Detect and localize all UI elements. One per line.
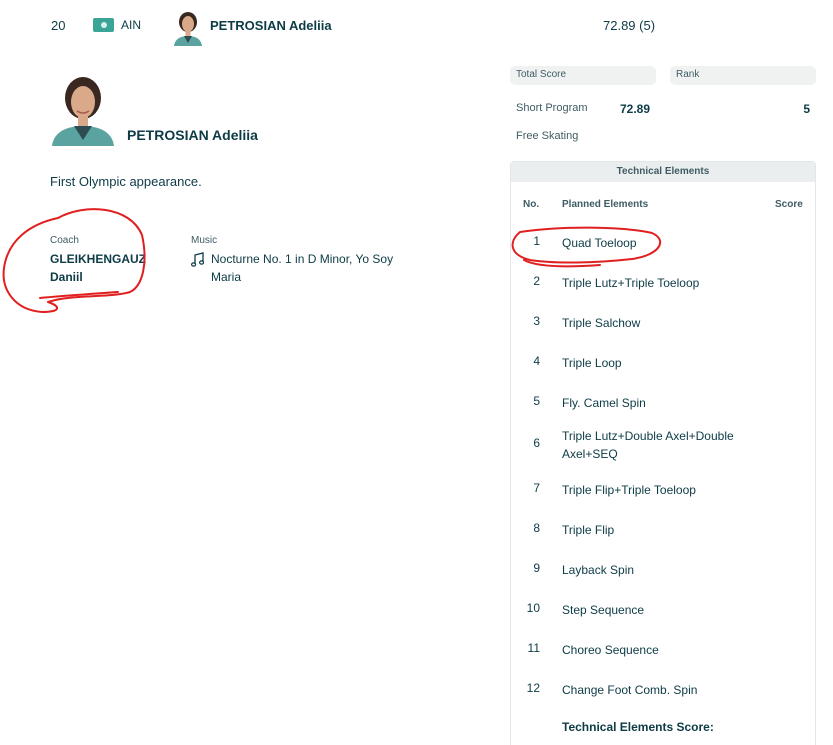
row-element: Change Foot Comb. Spin bbox=[562, 683, 698, 697]
row-number: 6 bbox=[533, 436, 540, 450]
athlete-avatar-small bbox=[172, 10, 204, 46]
row-element: Triple Lutz+Double Axel+Double Axel+SEQ bbox=[562, 429, 734, 461]
short-program-rank: 5 bbox=[803, 102, 810, 116]
athlete-photo bbox=[50, 74, 116, 146]
column-header-no: No. bbox=[523, 199, 540, 210]
coach-name-line2: Daniil bbox=[50, 270, 83, 284]
row-element: Triple Salchow bbox=[562, 316, 641, 330]
coach-label: Coach bbox=[50, 235, 79, 246]
row-number: 4 bbox=[533, 354, 540, 368]
row-element: Triple Flip bbox=[562, 523, 615, 537]
row-number: 12 bbox=[526, 681, 540, 695]
row-number: 7 bbox=[533, 481, 540, 495]
rank-header: Rank bbox=[670, 66, 816, 85]
free-skating-label: Free Skating bbox=[516, 130, 579, 142]
short-program-score: 72.89 bbox=[620, 102, 651, 116]
athlete-summary-row[interactable]: 20 AIN PETROSIAN Adeliia 72.89 (5) bbox=[0, 0, 833, 52]
noc-code: AIN bbox=[121, 18, 142, 32]
row-number: 1 bbox=[533, 234, 540, 248]
row-number: 11 bbox=[527, 641, 540, 655]
technical-elements-title: Technical Elements bbox=[511, 162, 815, 182]
athlete-note: First Olympic appearance. bbox=[50, 174, 202, 189]
row-number: 8 bbox=[533, 521, 540, 535]
row-element: Step Sequence bbox=[562, 603, 645, 617]
flag-icon bbox=[93, 18, 114, 32]
column-header-planned: Planned Elements bbox=[562, 199, 649, 210]
music-note-icon bbox=[191, 252, 204, 267]
technical-elements-table: Technical Elements No. Planned Elements … bbox=[510, 161, 816, 745]
athlete-name-link[interactable]: PETROSIAN Adeliia bbox=[210, 18, 332, 33]
rank-number: 20 bbox=[51, 18, 66, 33]
total-score-header: Total Score bbox=[510, 66, 656, 85]
row-number: 2 bbox=[533, 274, 540, 288]
music-label: Music bbox=[191, 235, 218, 246]
row-number: 5 bbox=[533, 394, 540, 408]
coach-name-line1: GLEIKHENGAUZ bbox=[50, 252, 146, 266]
technical-elements-score-label: Technical Elements Score: bbox=[562, 720, 714, 734]
short-program-label: Short Program bbox=[516, 102, 588, 114]
music-title: Nocturne No. 1 in D Minor, Yo Soy Maria bbox=[211, 252, 394, 284]
music-section: Music Nocturne No. 1 in D Minor, Yo Soy … bbox=[191, 235, 421, 286]
row-element: Layback Spin bbox=[562, 563, 635, 577]
row-element: Triple Flip+Triple Toeloop bbox=[562, 483, 696, 497]
row-element: Triple Loop bbox=[562, 356, 622, 370]
row-number: 9 bbox=[533, 561, 540, 575]
athlete-name: PETROSIAN Adeliia bbox=[127, 127, 258, 143]
row-number: 3 bbox=[533, 314, 540, 328]
column-header-score: Score bbox=[775, 199, 803, 210]
row-element: Triple Lutz+Triple Toeloop bbox=[562, 276, 700, 290]
row-number: 10 bbox=[526, 601, 540, 615]
coach-section: Coach GLEIKHENGAUZ Daniil bbox=[50, 235, 160, 286]
total-score-summary: 72.89 (5) bbox=[603, 18, 656, 33]
row-element: Fly. Camel Spin bbox=[562, 396, 646, 410]
row-element: Quad Toeloop bbox=[562, 236, 637, 250]
row-element: Choreo Sequence bbox=[562, 643, 659, 657]
